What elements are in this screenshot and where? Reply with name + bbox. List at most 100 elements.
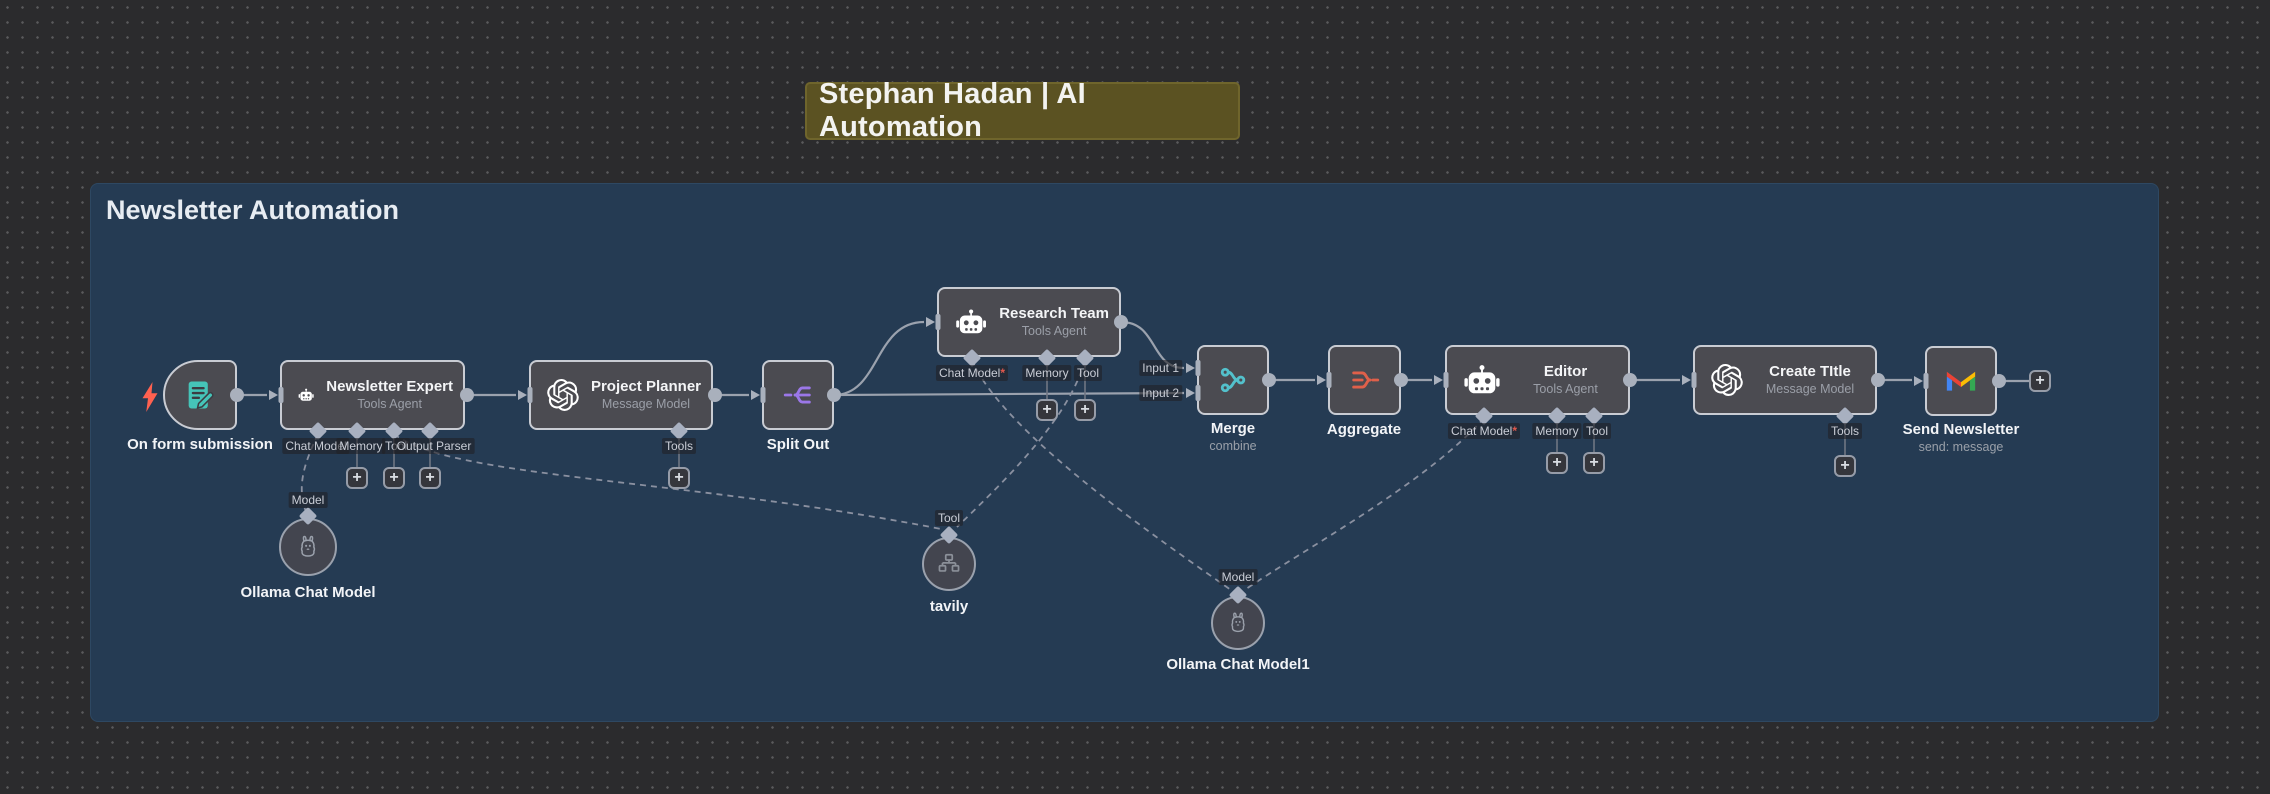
- input-port: [1924, 373, 1929, 389]
- input-arrow: [1186, 388, 1195, 398]
- ne-memory-chip: Memory: [336, 438, 385, 454]
- node-label-on-form-submission: On form submission: [127, 436, 273, 453]
- node-subtitle: Tools Agent: [326, 397, 453, 413]
- output-port[interactable]: [460, 388, 474, 402]
- input-port: [1444, 372, 1449, 388]
- input-port: [279, 387, 284, 403]
- output-port[interactable]: [827, 388, 841, 402]
- node-tavily[interactable]: [922, 537, 976, 591]
- trigger-bolt-icon: [139, 382, 161, 412]
- merge-input2-chip: Input 2: [1139, 385, 1182, 401]
- tavily-tool-chip: Tool: [935, 510, 963, 526]
- add-output-parser-button[interactable]: +: [419, 467, 441, 489]
- chip-label: Chat Model: [1451, 424, 1512, 438]
- required-marker: *: [1512, 424, 1517, 438]
- connection-rt-tool-tavily[interactable]: [957, 360, 1085, 527]
- connection-split-out-merge-input2[interactable]: [834, 393, 1184, 395]
- input-arrow: [751, 390, 760, 400]
- node-aggregate[interactable]: [1328, 345, 1401, 415]
- input-arrow: [1186, 363, 1195, 373]
- input-arrow: [518, 390, 527, 400]
- output-port[interactable]: [1114, 315, 1128, 329]
- add-tool-button[interactable]: +: [383, 467, 405, 489]
- input-port: [761, 387, 766, 403]
- node-label-merge: Merge: [1211, 420, 1255, 437]
- input-arrow: [1317, 375, 1326, 385]
- add-memory-button[interactable]: +: [346, 467, 368, 489]
- input-port: [1692, 372, 1697, 388]
- aggregate-icon: [1348, 363, 1382, 397]
- node-subtitle: Tools Agent: [1513, 382, 1618, 398]
- node-title: Project Planner: [591, 378, 701, 397]
- node-label-ollama-chat-model1: Ollama Chat Model1: [1166, 656, 1309, 673]
- workflow-canvas[interactable]: Stephan Hadan | AI Automation Newsletter…: [0, 0, 2270, 794]
- node-subtitle: Tools Agent: [999, 324, 1109, 340]
- node-sublabel-send-newsletter: send: message: [1919, 440, 2004, 454]
- add-tool-button[interactable]: +: [668, 467, 690, 489]
- ne-output-parser-chip: Output Parser: [394, 438, 475, 454]
- rt-chat-model-chip: Chat Model*: [936, 365, 1008, 381]
- add-tool-button[interactable]: +: [1583, 452, 1605, 474]
- output-port[interactable]: [1871, 373, 1885, 387]
- openai-icon: [1711, 364, 1743, 396]
- node-newsletter-expert[interactable]: Newsletter Expert Tools Agent: [280, 360, 465, 430]
- connection-split-out-research-team[interactable]: [834, 322, 924, 395]
- node-label-tavily: tavily: [930, 598, 968, 615]
- node-subtitle: Message Model: [1755, 382, 1865, 398]
- node-sublabel-merge: combine: [1209, 439, 1256, 453]
- split-out-icon: [781, 378, 815, 412]
- add-memory-button[interactable]: +: [1036, 399, 1058, 421]
- form-icon: [183, 378, 217, 412]
- ollama1-model-chip: Model: [1219, 569, 1258, 585]
- merge-input1-chip: Input 1: [1139, 360, 1182, 376]
- ct-tools-chip: Tools: [1828, 423, 1862, 439]
- llama-icon: [1225, 610, 1251, 636]
- node-editor[interactable]: Editor Tools Agent: [1445, 345, 1630, 415]
- add-tool-button[interactable]: +: [1074, 399, 1096, 421]
- node-send-newsletter[interactable]: [1925, 346, 1997, 416]
- add-node-button[interactable]: +: [2029, 370, 2051, 392]
- gmail-icon: [1944, 364, 1978, 398]
- node-title: Editor: [1513, 363, 1618, 382]
- connection-editor-chatmodel-ollama1[interactable]: [1246, 418, 1484, 589]
- node-split-out[interactable]: [762, 360, 834, 430]
- robot-icon: [955, 306, 987, 338]
- add-tool-button[interactable]: +: [1834, 455, 1856, 477]
- input-port: [936, 314, 941, 330]
- node-merge[interactable]: [1197, 345, 1269, 415]
- merge-icon: [1216, 363, 1250, 397]
- node-create-title[interactable]: Create TItle Message Model: [1693, 345, 1877, 415]
- node-ollama-chat-model[interactable]: [279, 518, 337, 576]
- node-label-ollama-chat-model: Ollama Chat Model: [240, 584, 375, 601]
- pp-tools-chip: Tools: [662, 438, 696, 454]
- editor-memory-chip: Memory: [1532, 423, 1581, 439]
- output-port[interactable]: [1262, 373, 1276, 387]
- editor-tool-chip: Tool: [1583, 423, 1611, 439]
- rt-memory-chip: Memory: [1022, 365, 1071, 381]
- editor-chat-model-chip: Chat Model*: [1448, 423, 1520, 439]
- node-label-split-out: Split Out: [767, 436, 830, 453]
- output-port[interactable]: [230, 388, 244, 402]
- input-port: [528, 387, 533, 403]
- input-port: [1196, 385, 1201, 401]
- node-label-aggregate: Aggregate: [1327, 421, 1401, 438]
- chip-label: Chat Model: [939, 366, 1000, 380]
- input-port: [1327, 372, 1332, 388]
- input-arrow: [926, 317, 935, 327]
- input-arrow: [1434, 375, 1443, 385]
- add-memory-button[interactable]: +: [1546, 452, 1568, 474]
- input-port: [1196, 360, 1201, 376]
- output-port[interactable]: [1992, 374, 2006, 388]
- input-arrow: [269, 390, 278, 400]
- node-research-team[interactable]: Research Team Tools Agent: [937, 287, 1121, 357]
- output-port[interactable]: [1394, 373, 1408, 387]
- output-port[interactable]: [708, 388, 722, 402]
- input-arrow: [1914, 376, 1923, 386]
- node-title: Create TItle: [1755, 363, 1865, 382]
- node-ollama-chat-model1[interactable]: [1211, 596, 1265, 650]
- node-project-planner[interactable]: Project Planner Message Model: [529, 360, 713, 430]
- robot-icon: [298, 379, 314, 411]
- output-port[interactable]: [1623, 373, 1637, 387]
- sitemap-icon: [936, 551, 962, 577]
- node-on-form-submission[interactable]: [163, 360, 237, 430]
